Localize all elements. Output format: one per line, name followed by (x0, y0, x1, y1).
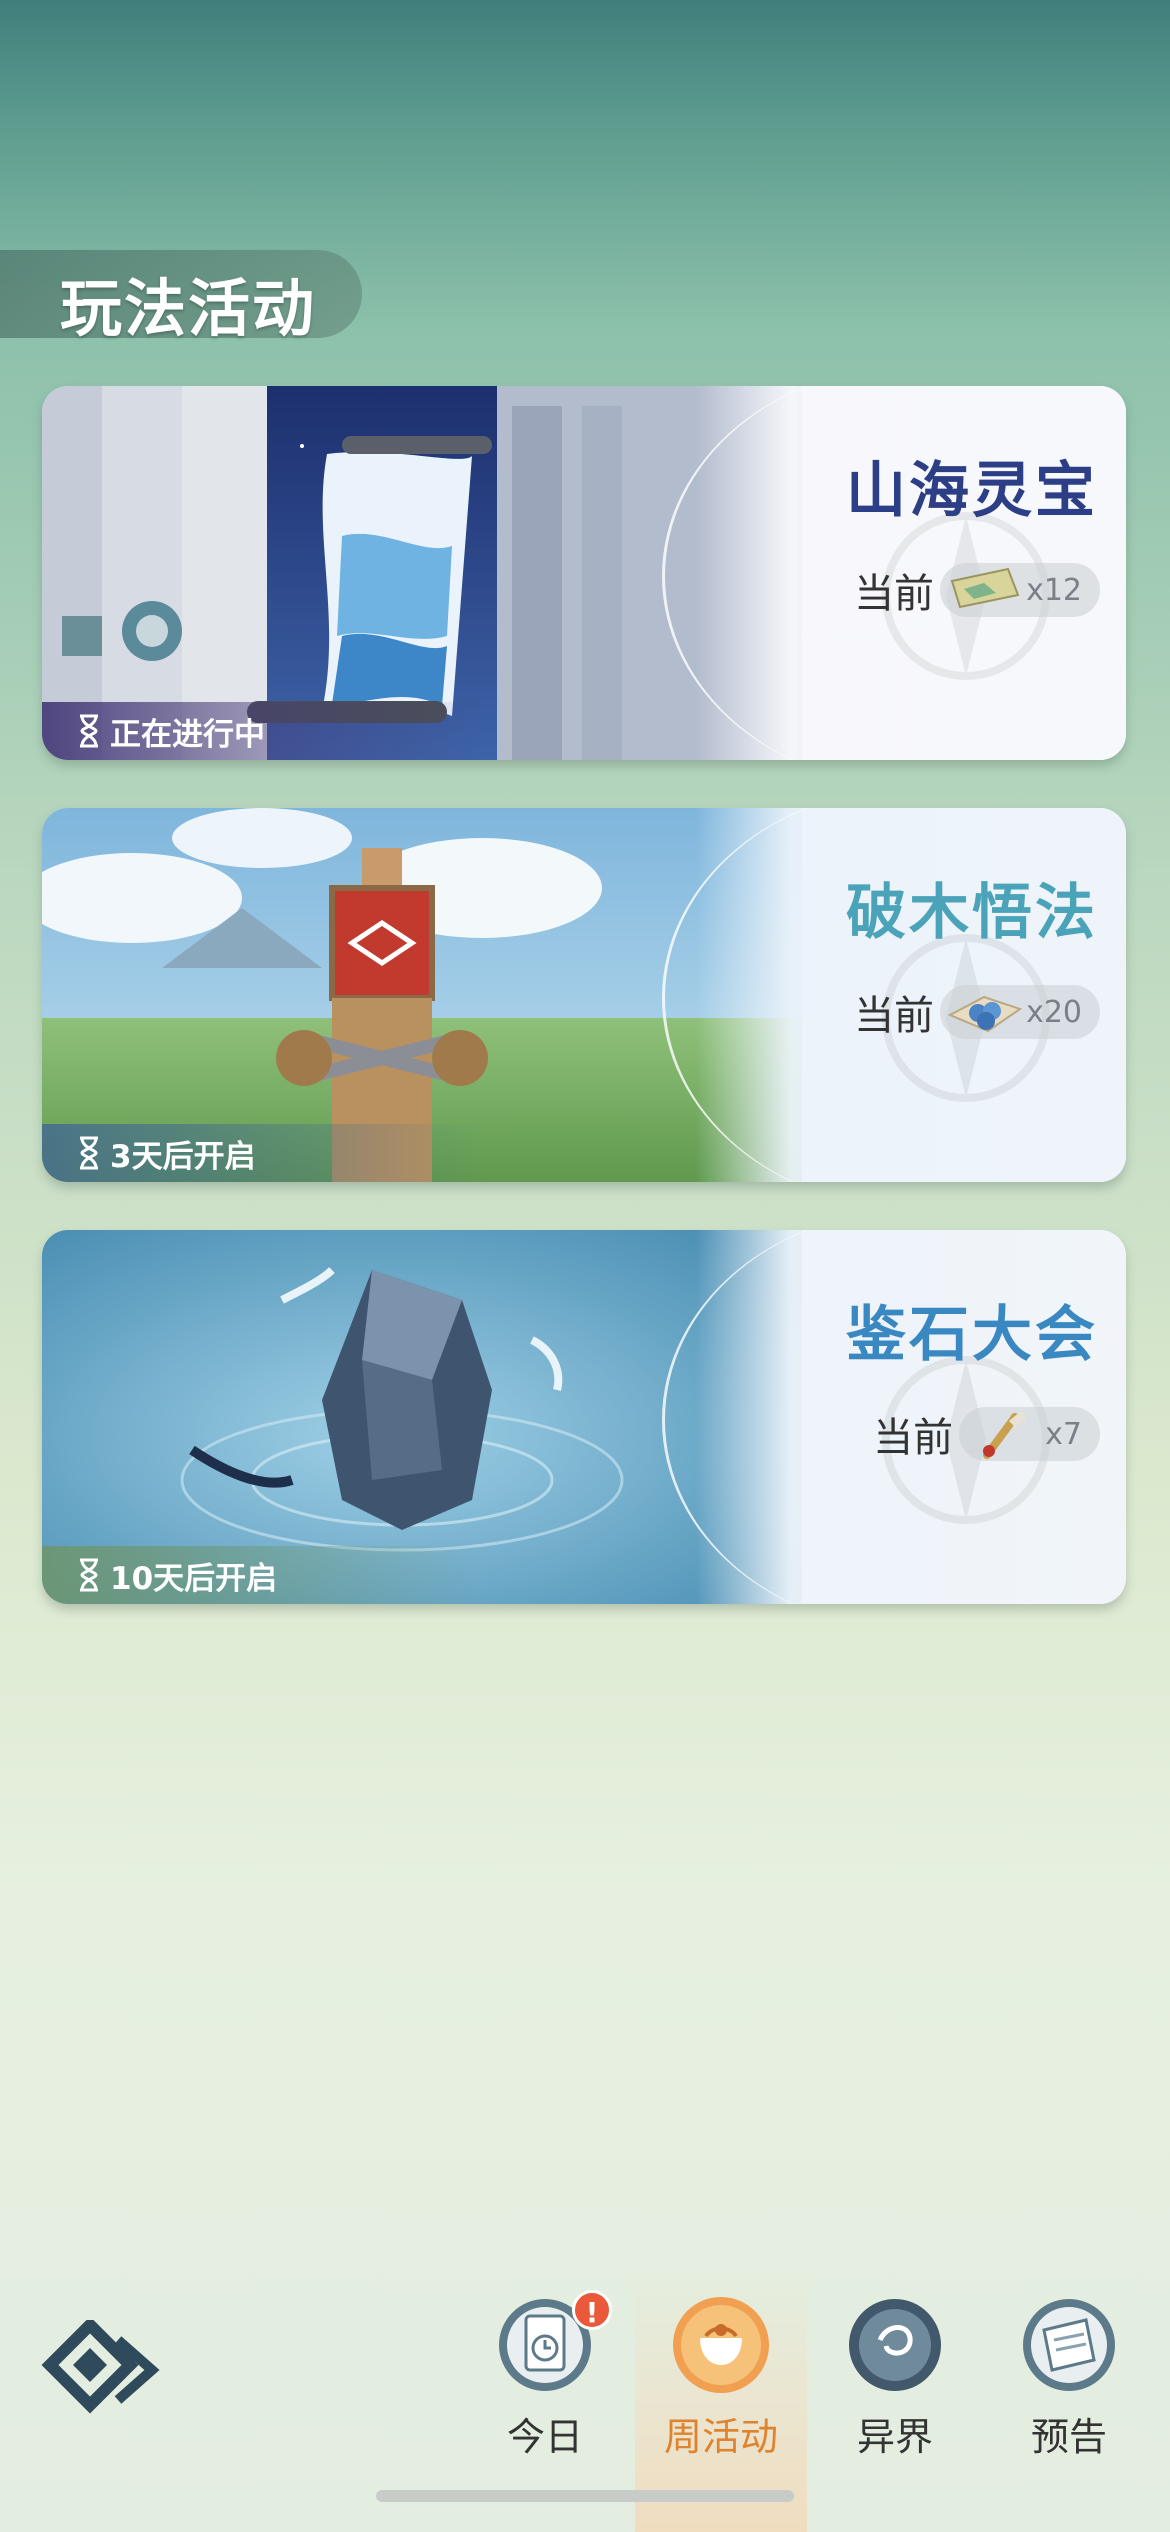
status-bar: 3天后开启 (42, 1124, 482, 1182)
scroll-icon (1023, 2299, 1115, 2391)
status-text: 3天后开启 (110, 1138, 256, 1175)
tab-weekly[interactable]: 周活动 (646, 2290, 796, 2490)
activity-card-pomu[interactable]: 破木悟法 当前 x20 3天后开启 (42, 808, 1126, 1182)
app-logo-icon[interactable] (40, 2320, 160, 2420)
count-text: x20 (1026, 994, 1082, 1030)
tab-otherworld[interactable]: 异界 (820, 2290, 970, 2490)
activity-name: 鉴石大会 (846, 1300, 1098, 1370)
status-bar: 10天后开启 (42, 1546, 482, 1604)
scroll-map-icon (950, 567, 1020, 609)
tab-label: 预告 (1030, 2415, 1107, 2459)
hourglass-icon (80, 714, 98, 748)
home-indicator[interactable] (376, 2490, 794, 2502)
current-count: 当前 x20 (854, 984, 1100, 1040)
activity-name: 破木悟法 (846, 878, 1098, 948)
status-text: 正在进行中 (110, 716, 265, 753)
current-count: 当前 x12 (854, 562, 1100, 618)
current-count: 当前 x7 (873, 1406, 1100, 1462)
count-text: x7 (1045, 1416, 1082, 1452)
blue-eggs-icon (947, 995, 1023, 1033)
hourglass-icon (80, 1136, 98, 1170)
current-label: 当前 (854, 571, 935, 617)
section-title: 玩法活动 (0, 250, 362, 345)
currency-pill: x7 (959, 1407, 1100, 1461)
current-label: 当前 (854, 993, 935, 1039)
tab-label: 今日 (506, 2415, 583, 2459)
hourglass-icon (80, 1558, 98, 1592)
tab-preview[interactable]: 预告 (994, 2290, 1144, 2490)
tab-label: 异界 (856, 2415, 933, 2459)
status-bar: 正在进行中 (42, 702, 482, 760)
activity-card-jianshi[interactable]: 鉴石大会 当前 x7 10天后开启 (42, 1230, 1126, 1604)
current-label: 当前 (873, 1415, 954, 1461)
section-title-text: 玩法活动 (60, 272, 317, 345)
status-text: 10天后开启 (110, 1560, 278, 1597)
count-text: x12 (1026, 572, 1082, 608)
activity-name: 山海灵宝 (846, 456, 1098, 526)
currency-pill: x20 (940, 985, 1100, 1039)
tab-label: 周活动 (663, 2415, 778, 2459)
swirl-emblem-icon (849, 2299, 941, 2391)
currency-pill: x12 (940, 563, 1100, 617)
chisel-tool-icon (983, 1411, 1028, 1459)
notification-badge: ! (572, 2290, 612, 2330)
gift-bag-icon (673, 2297, 769, 2393)
activity-card-shanhai[interactable]: 山海灵宝 当前 x12 正在进行中 (42, 386, 1126, 760)
